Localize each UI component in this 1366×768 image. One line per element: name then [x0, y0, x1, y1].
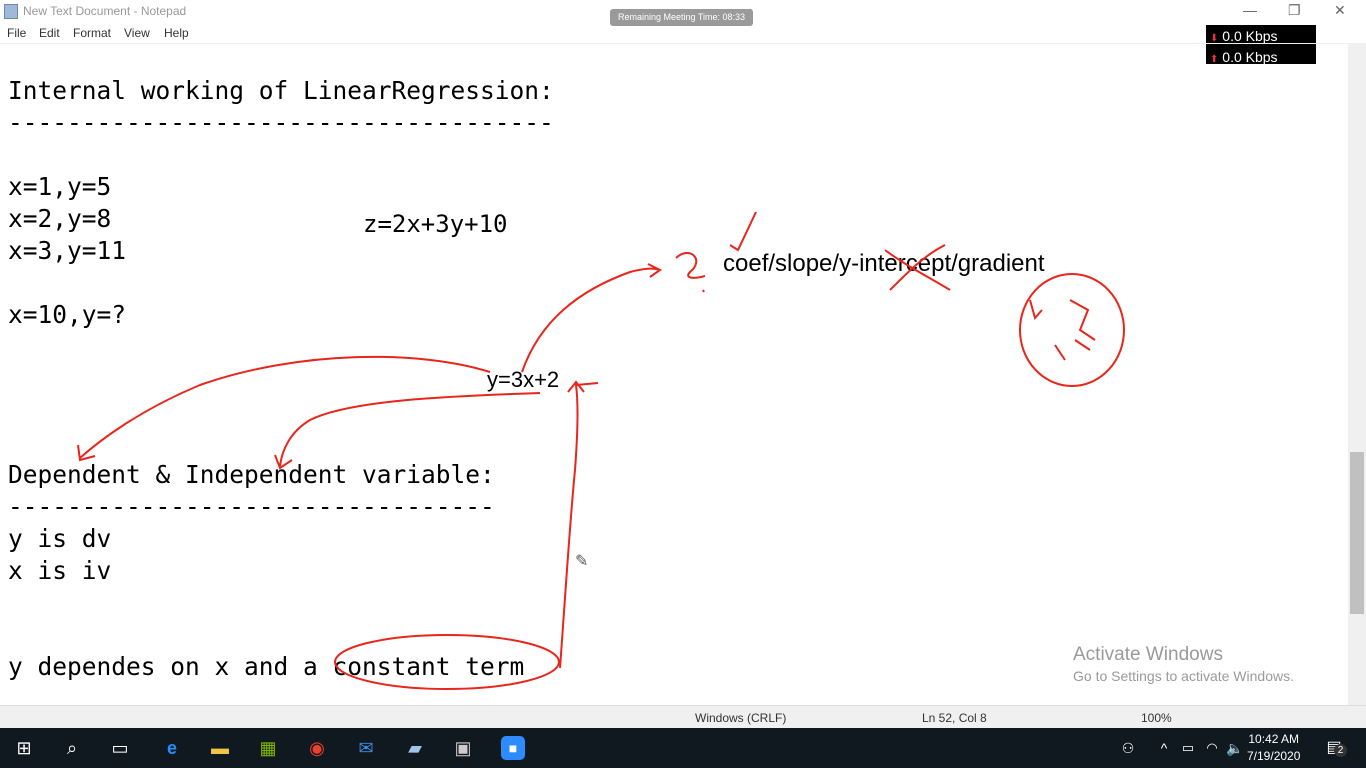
terminal-icon[interactable]: ▣ [451, 736, 475, 760]
cursor-position: Ln 52, Col 8 [922, 711, 987, 725]
arrow-constant-to-2 [559, 380, 599, 669]
edge-browser-icon[interactable]: e [160, 736, 184, 760]
scrollbar-thumb[interactable] [1350, 452, 1364, 614]
circled-scribble [1019, 273, 1125, 387]
checkmark [729, 211, 757, 252]
task-view-icon[interactable]: ▭ [108, 736, 132, 760]
taskbar: ⊞ ⌕ ▭ e ▬ ▦ ◉ ✉ ▰ ▣ ■ ⚇ ^ ▭ ◠ 🔈 10:42 AM… [0, 728, 1366, 768]
start-windows-icon[interactable]: ⊞ [12, 736, 36, 760]
battery-icon[interactable]: ▭ [1176, 736, 1200, 760]
show-hidden-icons[interactable]: ^ [1152, 736, 1176, 760]
encoding-status: Windows (CRLF) [695, 711, 787, 725]
circle-constant-term [334, 634, 560, 690]
system-clock[interactable]: 10:42 AM 7/19/2020 [1247, 731, 1300, 765]
activate-windows-watermark: Activate Windows Go to Settings to activ… [1073, 644, 1294, 684]
scribble [1029, 299, 1096, 361]
mark-2 [675, 252, 706, 293]
clock-date: 7/19/2020 [1247, 749, 1301, 763]
watermark-subtitle: Go to Settings to activate Windows. [1073, 668, 1294, 684]
volume-icon[interactable]: 🔈 [1223, 736, 1247, 760]
file-explorer-icon[interactable]: ▬ [208, 736, 232, 760]
notification-count: 2 [1334, 744, 1347, 757]
clock-time: 10:42 AM [1248, 732, 1300, 746]
store-icon[interactable]: ▦ [256, 736, 280, 760]
people-icon[interactable]: ⚇ [1116, 736, 1140, 760]
pen-cursor-icon: ✎ [575, 553, 589, 570]
mail-icon[interactable]: ✉ [354, 736, 378, 760]
arrow-to-coef [521, 263, 662, 373]
arrow-to-dv [77, 355, 491, 462]
search-icon[interactable]: ⌕ [60, 736, 84, 760]
status-bar: Windows (CRLF) Ln 52, Col 8 100% [0, 705, 1366, 728]
chrome-icon[interactable]: ◉ [305, 736, 329, 760]
zoom-app-icon[interactable]: ■ [501, 736, 525, 760]
watermark-title: Activate Windows [1073, 644, 1223, 665]
notepad-taskbar-icon[interactable]: ▰ [403, 736, 427, 760]
cross-out [884, 244, 951, 291]
wifi-icon[interactable]: ◠ [1200, 736, 1224, 760]
zoom-level: 100% [1141, 711, 1172, 725]
notification-center-icon[interactable]: ▤2 [1322, 736, 1347, 760]
arrow-to-iv [274, 392, 541, 470]
